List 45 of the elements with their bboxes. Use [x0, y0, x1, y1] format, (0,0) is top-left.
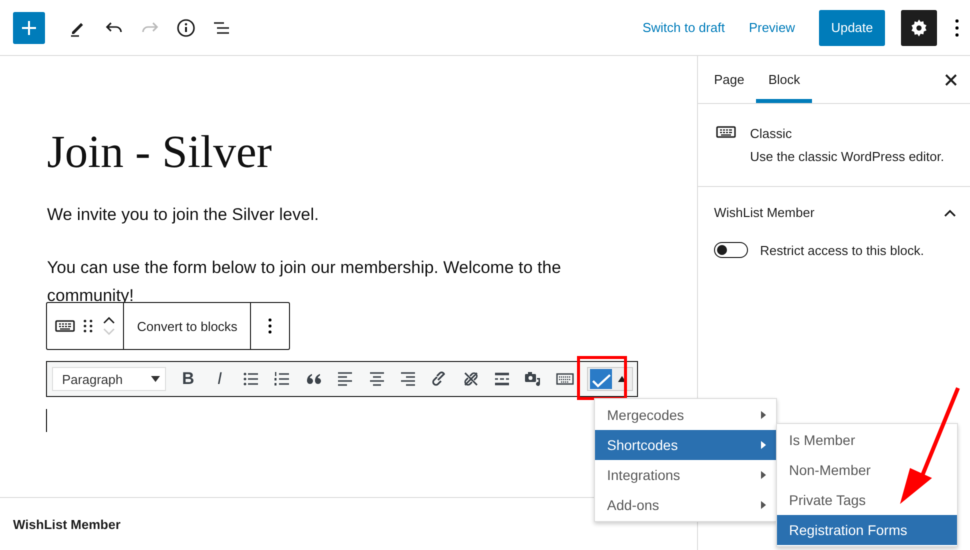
menu-item[interactable]: Is Member: [777, 425, 957, 455]
menu-item[interactable]: Shortcodes: [595, 430, 776, 460]
toggle-switch[interactable]: [714, 242, 748, 258]
update-button[interactable]: Update: [819, 10, 885, 46]
move-up-icon[interactable]: [103, 317, 115, 324]
shortcode-menu-button[interactable]: [587, 367, 634, 391]
chevron-icon[interactable]: [944, 208, 956, 216]
paragraph: You can use the form below to join our membership. Welcome to the community!: [47, 257, 562, 307]
italic-button[interactable]: I: [206, 365, 233, 393]
convert-button[interactable]: Convert to blocks: [132, 318, 242, 334]
link-button[interactable]: Preview: [748, 20, 796, 35]
menu-item[interactable]: Integrations: [595, 460, 776, 490]
caret-icon: [618, 376, 626, 382]
menu-item[interactable]: Mergecodes: [595, 400, 776, 430]
submenu-arrow-icon: [761, 501, 766, 509]
sidebar-tab[interactable]: Block: [756, 56, 812, 103]
submenu-arrow-icon: [761, 441, 766, 449]
close-icon[interactable]: [945, 74, 957, 86]
paragraph: We invite you to join the Silver level.: [47, 204, 320, 226]
drag-handle-icon[interactable]: [83, 319, 93, 333]
toggle-label: Restrict access to this block.: [760, 242, 924, 258]
gear-icon: [909, 18, 929, 38]
block-description: Use the classic WordPress editor.: [750, 149, 944, 164]
submenu-arrow-icon: [761, 411, 766, 419]
sidebar-tab[interactable]: Page: [702, 56, 756, 103]
menu-item[interactable]: Non-Member: [777, 455, 957, 485]
dropdown-caret-icon: [151, 376, 160, 382]
link-button[interactable]: Switch to draft: [642, 20, 725, 35]
plus-icon: [20, 18, 38, 36]
menu-item[interactable]: Private Tags: [777, 485, 957, 515]
post-title: Join - Silver: [47, 126, 273, 178]
menu-item[interactable]: Add-ons: [595, 490, 776, 520]
panel-title: WishList Member: [714, 205, 814, 220]
menu-item[interactable]: Registration Forms: [777, 515, 957, 545]
add-block-button[interactable]: [13, 12, 45, 44]
more-options-icon[interactable]: [955, 18, 959, 36]
settings-button[interactable]: [901, 10, 937, 46]
bold-button[interactable]: B: [175, 365, 202, 393]
keyboard-icon: [55, 320, 75, 332]
text-cursor: [46, 409, 47, 432]
submenu-arrow-icon: [761, 471, 766, 479]
format-dropdown[interactable]: Paragraph: [52, 367, 166, 391]
keyboard-icon: [716, 126, 736, 138]
block-name: Classic: [750, 126, 793, 141]
more-options-icon[interactable]: [268, 318, 272, 334]
